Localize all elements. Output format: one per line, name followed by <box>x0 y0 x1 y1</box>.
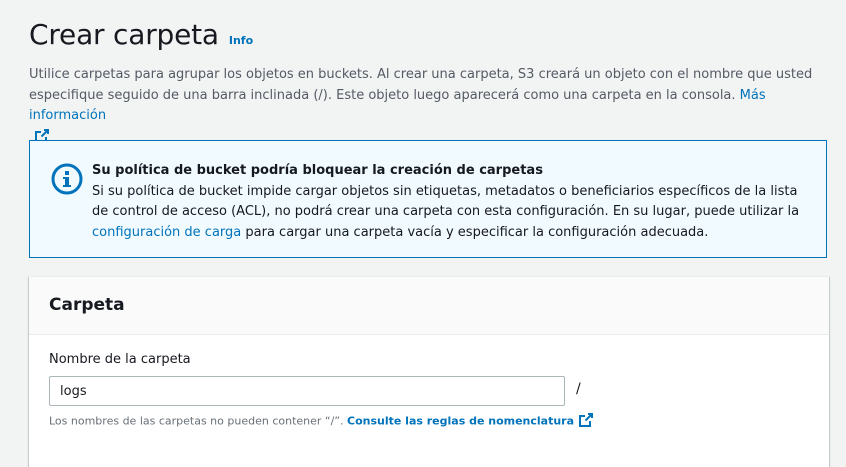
folder-suffix: / <box>576 381 581 397</box>
alert-title: Su política de bucket podría bloquear la… <box>92 163 543 178</box>
external-link-icon[interactable] <box>578 412 594 431</box>
info-circle-icon <box>50 162 84 196</box>
folder-name-input[interactable] <box>49 376 565 406</box>
info-alert: Su política de bucket podría bloquear la… <box>29 140 827 258</box>
folder-panel: Carpeta Nombre de la carpeta / Los nombr… <box>29 276 829 467</box>
alert-text-after: para cargar una carpeta vacía y especifi… <box>245 224 709 240</box>
info-link[interactable]: Info <box>229 34 253 47</box>
page-title: Crear carpeta <box>29 18 219 51</box>
field-constraint: Los nombres de las carpetas no pueden co… <box>49 412 594 431</box>
panel-title: Carpeta <box>49 295 125 315</box>
description-text: Utilice carpetas para agrupar los objeto… <box>29 67 813 103</box>
constraint-text: Los nombres de las carpetas no pueden co… <box>49 414 344 428</box>
naming-rules-link[interactable]: Consulte las reglas de nomenclatura <box>347 415 574 428</box>
folder-name-label: Nombre de la carpeta <box>49 352 191 367</box>
page-header: Crear carpeta Info <box>29 18 253 51</box>
alert-body: Su política de bucket podría bloquear la… <box>92 161 802 243</box>
alert-message: Si su política de bucket impide cargar o… <box>92 182 802 244</box>
panel-header: Carpeta <box>29 277 829 335</box>
page-description: Utilice carpetas para agrupar los objeto… <box>29 65 829 144</box>
upload-config-link[interactable]: configuración de carga <box>92 225 241 240</box>
alert-text: Si su política de bucket impide cargar o… <box>92 183 800 220</box>
